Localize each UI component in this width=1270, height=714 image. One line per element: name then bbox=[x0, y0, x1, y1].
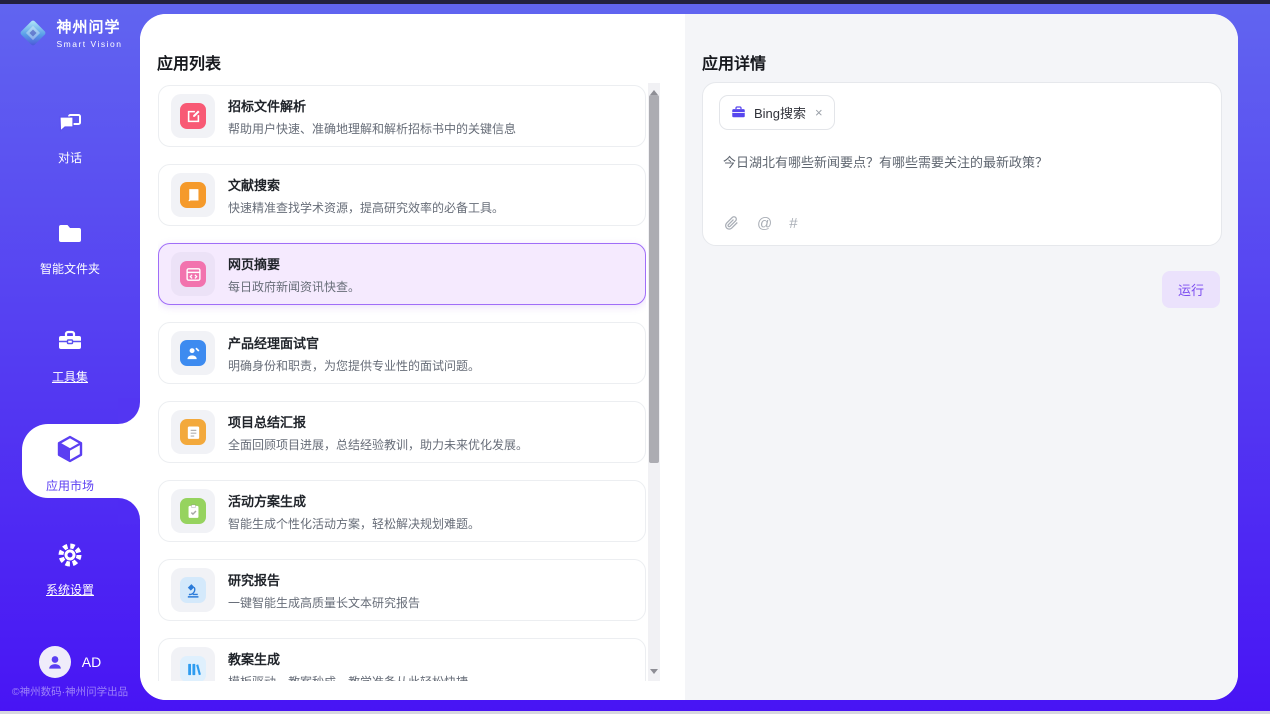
run-button[interactable]: 运行 bbox=[1162, 271, 1220, 308]
app-description: 每日政府新闻资讯快查。 bbox=[228, 278, 360, 295]
sidebar-item-chat[interactable]: 对话 bbox=[0, 109, 140, 166]
app-description: 帮助用户快速、准确地理解和解析招标书中的关键信息 bbox=[228, 120, 516, 137]
app-card-literature-search[interactable]: 文献搜索 快速精准查找学术资源，提高研究效率的必备工具。 bbox=[158, 164, 646, 226]
app-card-project-summary[interactable]: 项目总结汇报 全面回顾项目进展，总结经验教训，助力未来优化发展。 bbox=[158, 401, 646, 463]
scroll-up-arrow-icon[interactable] bbox=[650, 86, 658, 95]
app-name: 网页摘要 bbox=[228, 254, 360, 273]
app-description: 模板驱动，教案秒成，教学准备从此轻松快捷 bbox=[228, 673, 468, 682]
sidebar-item-label: 应用市场 bbox=[46, 477, 94, 494]
app-description: 明确身份和职责，为您提供专业性的面试问题。 bbox=[228, 357, 480, 374]
sidebar-item-smart-folder[interactable]: 智能文件夹 bbox=[0, 220, 140, 277]
sidebar-item-label: 智能文件夹 bbox=[40, 260, 100, 277]
logo-diamond-icon bbox=[17, 17, 49, 49]
sidebar-item-app-market[interactable]: 应用市场 bbox=[0, 433, 140, 494]
books-icon bbox=[180, 656, 206, 681]
app-card-pm-interviewer[interactable]: 产品经理面试官 明确身份和职责，为您提供专业性的面试问题。 bbox=[158, 322, 646, 384]
chat-icon bbox=[56, 109, 84, 142]
app-name: 教案生成 bbox=[228, 649, 468, 668]
top-border bbox=[0, 0, 1270, 4]
avatar bbox=[39, 646, 71, 678]
app-description: 一键智能生成高质量长文本研究报告 bbox=[228, 594, 420, 611]
notepad-icon bbox=[180, 419, 206, 445]
app-description: 全面回顾项目进展，总结经验教训，助力未来优化发展。 bbox=[228, 436, 528, 453]
main-panel: 应用列表 招标文件解析 帮助用户快速、准确地理解和解析招标书中的关键信息 bbox=[140, 14, 1238, 700]
sidebar-item-label: 工具集 bbox=[52, 368, 88, 385]
selected-item-curve-bottom bbox=[118, 498, 140, 524]
sidebar-item-label: 系统设置 bbox=[46, 581, 94, 598]
browser-code-icon bbox=[180, 261, 206, 287]
tag-close-icon[interactable]: × bbox=[815, 105, 823, 120]
app-name: 产品经理面试官 bbox=[228, 333, 480, 352]
app-card-web-summary[interactable]: 网页摘要 每日政府新闻资讯快查。 bbox=[158, 243, 646, 305]
query-text[interactable]: 今日湖北有哪些新闻要点？有哪些需要关注的最新政策？ bbox=[723, 153, 1201, 173]
scroll-down-arrow-icon[interactable] bbox=[650, 669, 658, 678]
scrollbar-thumb[interactable] bbox=[649, 95, 659, 463]
microscope-icon bbox=[180, 577, 206, 603]
app-card-bid-document-parsing[interactable]: 招标文件解析 帮助用户快速、准确地理解和解析招标书中的关键信息 bbox=[158, 85, 646, 147]
clipboard-check-icon bbox=[180, 498, 206, 524]
sidebar-item-label: 对话 bbox=[58, 149, 82, 166]
sidebar-item-settings[interactable]: 系统设置 bbox=[0, 541, 140, 598]
sidebar-item-toolset[interactable]: 工具集 bbox=[0, 328, 140, 385]
selected-item-curve-top bbox=[118, 398, 140, 424]
app-name: 研究报告 bbox=[228, 570, 420, 589]
logo-subtitle: Smart Vision bbox=[56, 39, 122, 49]
app-card-research-report[interactable]: 研究报告 一键智能生成高质量长文本研究报告 bbox=[158, 559, 646, 621]
user-initials: AD bbox=[82, 654, 101, 670]
interviewer-icon bbox=[180, 340, 206, 366]
tool-tag-bing-search[interactable]: Bing搜索 × bbox=[719, 95, 835, 130]
user-account[interactable]: AD bbox=[0, 646, 140, 678]
app-logo: 神州问学 Smart Vision bbox=[0, 16, 140, 49]
person-icon bbox=[45, 652, 65, 672]
sidebar-footer: ©神州数码·神州问学出品 bbox=[0, 684, 140, 699]
tool-tag-label: Bing搜索 bbox=[754, 103, 806, 122]
app-description: 快速精准查找学术资源，提高研究效率的必备工具。 bbox=[228, 199, 504, 216]
app-list-panel: 应用列表 招标文件解析 帮助用户快速、准确地理解和解析招标书中的关键信息 bbox=[140, 14, 685, 700]
app-name: 项目总结汇报 bbox=[228, 412, 528, 431]
mention-icon[interactable]: @ bbox=[757, 215, 772, 232]
input-toolbar: @ # bbox=[723, 215, 798, 232]
book-icon bbox=[180, 182, 206, 208]
app-list: 招标文件解析 帮助用户快速、准确地理解和解析招标书中的关键信息 文献搜索 快速精… bbox=[158, 85, 646, 681]
app-list-title: 应用列表 bbox=[157, 50, 221, 74]
app-name: 文献搜索 bbox=[228, 175, 504, 194]
document-edit-icon bbox=[180, 103, 206, 129]
prompt-input-card[interactable]: Bing搜索 × 今日湖北有哪些新闻要点？有哪些需要关注的最新政策？ @ # bbox=[702, 82, 1222, 246]
sidebar: 神州问学 Smart Vision 对话 智能文件夹 bbox=[0, 0, 140, 714]
folder-icon bbox=[56, 220, 84, 253]
hash-icon[interactable]: # bbox=[789, 215, 797, 232]
cube-icon bbox=[54, 433, 86, 470]
gear-icon bbox=[56, 541, 84, 574]
toolbox-icon bbox=[56, 328, 84, 361]
app-window: 神州问学 Smart Vision 对话 智能文件夹 bbox=[0, 0, 1270, 714]
app-card-event-plan-generator[interactable]: 活动方案生成 智能生成个性化活动方案，轻松解决规划难题。 bbox=[158, 480, 646, 542]
briefcase-icon bbox=[731, 105, 746, 120]
app-list-scrollbar[interactable] bbox=[648, 83, 660, 681]
attachment-icon[interactable] bbox=[723, 215, 740, 232]
app-detail-title: 应用详情 bbox=[702, 50, 766, 74]
app-detail-panel: 应用详情 Bing搜索 × 今日湖北有哪些新闻要点？有哪些需要关注的最新政策？ bbox=[685, 14, 1238, 700]
app-name: 活动方案生成 bbox=[228, 491, 480, 510]
logo-title: 神州问学 bbox=[56, 16, 122, 37]
app-name: 招标文件解析 bbox=[228, 96, 516, 115]
app-description: 智能生成个性化活动方案，轻松解决规划难题。 bbox=[228, 515, 480, 532]
app-card-lesson-plan-generator[interactable]: 教案生成 模板驱动，教案秒成，教学准备从此轻松快捷 bbox=[158, 638, 646, 681]
